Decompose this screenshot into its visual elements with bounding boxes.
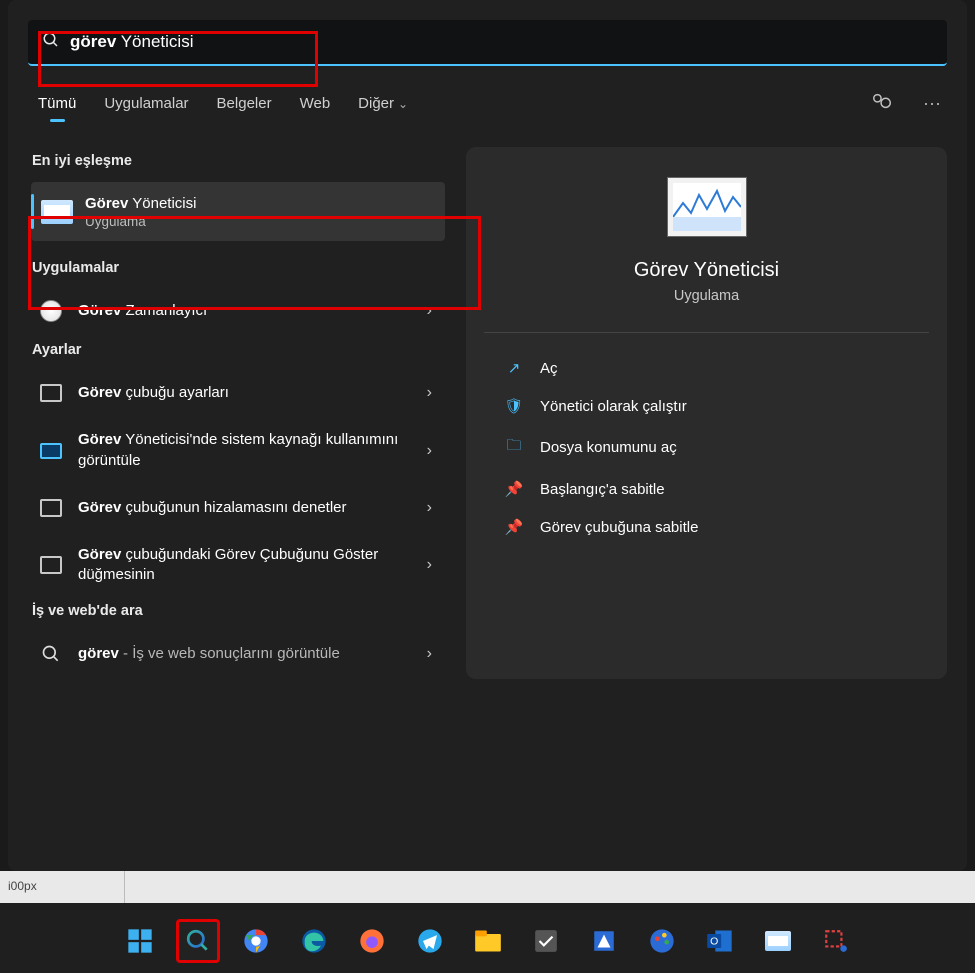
search-input[interactable]: görev Yöneticisi [60, 32, 933, 52]
result-taskbar-alignment[interactable]: Görev çubuğunun hizalamasını denetler › [28, 483, 448, 533]
search-panel: görev Yöneticisi Tümü Uygulamalar Belgel… [8, 0, 967, 871]
action-open-location[interactable]: 🗀 Dosya konumunu aç [498, 425, 929, 470]
tab-more[interactable]: Diğer⌄ [358, 95, 408, 112]
chevron-right-icon[interactable]: › [421, 499, 438, 517]
preview-app-icon [667, 177, 747, 237]
taskbar-snip[interactable] [814, 919, 858, 963]
taskbar: O [0, 903, 975, 973]
pin-icon: 📌 [504, 480, 524, 498]
taskbar-telegram[interactable] [408, 919, 452, 963]
folder-icon: 🗀 [504, 435, 524, 460]
taskbar-edge[interactable] [292, 919, 336, 963]
desktop-background: i00px [0, 871, 975, 903]
taskbar-paint[interactable] [640, 919, 684, 963]
tab-apps[interactable]: Uygulamalar [104, 95, 188, 112]
tab-web[interactable]: Web [300, 95, 331, 112]
start-button[interactable] [118, 919, 162, 963]
search-icon [42, 31, 60, 54]
tab-documents[interactable]: Belgeler [217, 95, 272, 112]
taskbar-app-blue[interactable] [582, 919, 626, 963]
shield-icon: 🛡 [504, 397, 524, 415]
clock-icon [40, 300, 62, 322]
action-pin-start[interactable]: 📌 Başlangıç'a sabitle [498, 470, 929, 508]
desktop-text: i00px [8, 879, 37, 893]
search-query-bold: görev [70, 32, 116, 51]
action-open[interactable]: ↗ Aç [498, 349, 929, 387]
taskbar-chrome[interactable] [234, 919, 278, 963]
divider [484, 332, 929, 333]
chevron-right-icon[interactable]: › [421, 645, 438, 663]
result-taskbar-show-button[interactable]: Görev çubuğundaki Görev Çubuğunu Göster … [28, 533, 448, 598]
result-search-web[interactable]: görev - İş ve web sonuçlarını görüntüle … [28, 629, 448, 679]
result-system-resource[interactable]: Görev Yöneticisi'nde sistem kaynağı kull… [28, 418, 448, 483]
svg-text:O: O [710, 936, 718, 948]
pin-icon: 📌 [504, 518, 524, 536]
results-column: En iyi eşleşme Görev Yöneticisi Uygulama… [28, 147, 448, 679]
group-best-match: En iyi eşleşme [28, 147, 448, 179]
taskbar-firefox[interactable] [350, 919, 394, 963]
result-taskbar-settings[interactable]: Görev çubuğu ayarları › [28, 368, 448, 418]
task-manager-icon [41, 200, 73, 224]
group-settings: Ayarlar [28, 336, 448, 368]
chevron-down-icon: ⌄ [398, 97, 408, 111]
open-icon: ↗ [504, 359, 524, 377]
bing-chat-icon[interactable] [867, 90, 897, 117]
action-pin-taskbar[interactable]: 📌 Görev çubuğuna sabitle [498, 508, 929, 546]
preview-pane: Görev Yöneticisi Uygulama ↗ Aç 🛡 Yönetic… [466, 147, 947, 679]
chevron-right-icon[interactable]: › [421, 384, 438, 402]
taskbar-task-manager[interactable] [756, 919, 800, 963]
group-work-web: İş ve web'de ara [28, 597, 448, 629]
taskbar-app-generic[interactable] [524, 919, 568, 963]
search-bar[interactable]: görev Yöneticisi [28, 20, 947, 66]
monitor-icon [40, 443, 62, 459]
preview-title: Görev Yöneticisi [484, 259, 929, 282]
filter-tabs: Tümü Uygulamalar Belgeler Web Diğer⌄ ··· [28, 90, 947, 117]
tab-all[interactable]: Tümü [38, 95, 76, 112]
settings-rect-icon [40, 499, 62, 517]
preview-subtitle: Uygulama [484, 288, 929, 304]
taskbar-outlook[interactable]: O [698, 919, 742, 963]
chevron-right-icon[interactable]: › [421, 556, 438, 574]
taskbar-search-button[interactable] [176, 919, 220, 963]
more-options-icon[interactable]: ··· [917, 93, 947, 114]
chevron-right-icon[interactable]: › [421, 302, 438, 320]
chevron-right-icon[interactable]: › [421, 442, 438, 460]
search-query-rest: Yöneticisi [116, 32, 193, 51]
settings-rect-icon [40, 556, 62, 574]
action-run-admin[interactable]: 🛡 Yönetici olarak çalıştır [498, 387, 929, 425]
taskbar-explorer[interactable] [466, 919, 510, 963]
group-apps: Uygulamalar [28, 254, 448, 286]
best-match-item[interactable]: Görev Yöneticisi Uygulama [31, 182, 445, 241]
settings-rect-icon [40, 384, 62, 402]
result-task-scheduler[interactable]: Görev Zamanlayıcı › [28, 286, 448, 336]
search-icon [38, 641, 64, 667]
best-match-subtitle: Uygulama [85, 214, 196, 229]
